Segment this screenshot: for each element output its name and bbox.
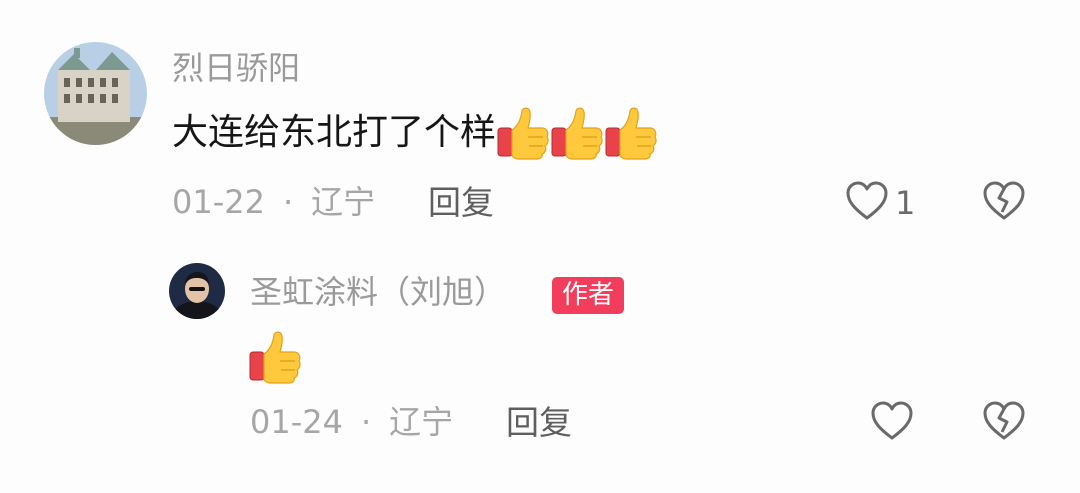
- commenter-username[interactable]: 烈日骄阳: [172, 52, 300, 84]
- commenter-avatar[interactable]: [44, 42, 147, 145]
- reply-location: 辽宁: [389, 403, 454, 441]
- broken-heart-icon: [982, 400, 1026, 446]
- thumbs-up-icon: [604, 106, 658, 160]
- comment-like-button[interactable]: 1: [845, 180, 915, 226]
- reply-dislike-button[interactable]: [982, 400, 1026, 446]
- comment-location: 辽宁: [311, 183, 376, 221]
- meta-separator: ·: [360, 403, 372, 441]
- comment-dislike-button[interactable]: [982, 180, 1026, 226]
- comment-text: 大连给东北打了个样: [172, 106, 658, 160]
- comment-date: 01-22: [172, 183, 265, 221]
- reply-meta: 01-24 · 辽宁: [250, 406, 453, 438]
- comment-reply-button[interactable]: 回复: [428, 186, 494, 219]
- like-count: 1: [895, 184, 916, 222]
- thumbs-up-icon: [496, 106, 550, 160]
- comment-meta: 01-22 · 辽宁: [172, 186, 375, 218]
- reply-reply-button[interactable]: 回复: [506, 406, 572, 439]
- meta-separator: ·: [282, 183, 294, 221]
- broken-heart-icon: [982, 180, 1026, 226]
- reply-text: [248, 330, 302, 384]
- heart-icon: [845, 180, 889, 226]
- thumbs-up-icon: [550, 106, 604, 160]
- reply-date: 01-24: [250, 403, 343, 441]
- reply-like-button[interactable]: [870, 400, 914, 446]
- heart-icon: [870, 400, 914, 446]
- reply-username[interactable]: 圣虹涂料（刘旭）: [250, 276, 506, 308]
- reply-author-avatar[interactable]: [169, 263, 225, 319]
- thumbs-up-icon: [248, 330, 302, 384]
- author-badge: 作者: [552, 277, 625, 314]
- comment-text-body: 大连给东北打了个样: [172, 112, 497, 153]
